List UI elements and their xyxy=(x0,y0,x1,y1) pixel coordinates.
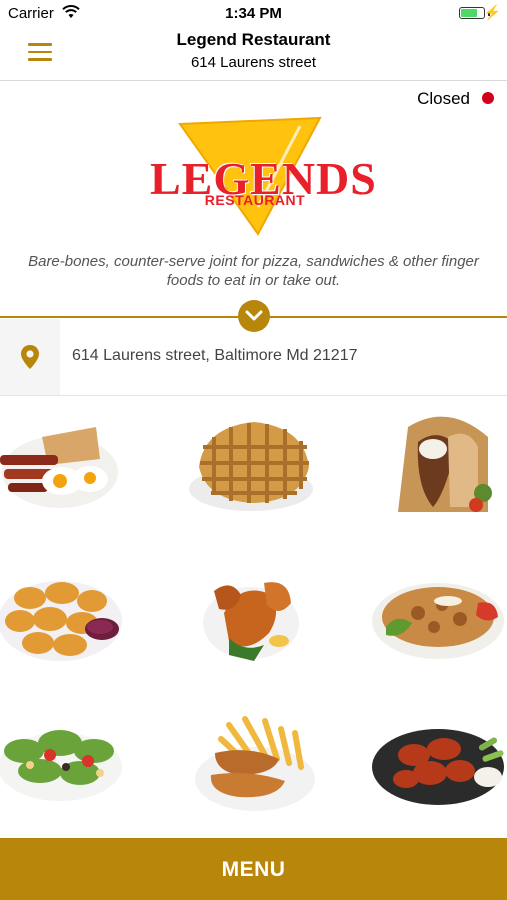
food-tile-gyro-wrap[interactable] xyxy=(338,397,507,543)
charging-icon: ⚡ xyxy=(483,4,501,20)
buffalo-wings-image xyxy=(372,729,504,805)
garden-salad-image xyxy=(0,730,122,801)
food-gallery xyxy=(0,397,507,837)
waffles-image xyxy=(189,422,313,511)
navigation-bar: Legend Restaurant 614 Laurens street xyxy=(0,26,507,81)
gyro-wrap-image xyxy=(398,416,492,512)
food-tile-fried-chicken[interactable] xyxy=(169,543,338,689)
chicken-tenders-fries-image xyxy=(195,716,315,811)
logo-subtext: RESTAURANT xyxy=(204,192,306,208)
restaurant-logo: LEGENDS RESTAURANT xyxy=(150,112,376,237)
food-tile-chicken-nuggets[interactable] xyxy=(0,543,169,689)
status-bar: Carrier 1:34 PM ⚡ xyxy=(0,0,507,26)
breakfast-plate-image xyxy=(0,427,118,508)
menu-button-label: MENU xyxy=(221,858,286,881)
restaurant-description: Bare-bones, counter-serve joint for pizz… xyxy=(28,253,479,289)
food-tile-waffles[interactable] xyxy=(169,397,338,543)
restaurant-title: Legend Restaurant xyxy=(176,30,331,49)
open-status-label: Closed xyxy=(417,89,470,108)
restaurant-subtitle: 614 Laurens street xyxy=(190,54,317,71)
food-tile-breakfast-plate[interactable] xyxy=(0,397,169,543)
food-tile-chicken-over-rice[interactable] xyxy=(338,543,507,689)
fried-chicken-image xyxy=(203,582,299,661)
battery-icon xyxy=(459,7,485,19)
menu-button[interactable]: MENU xyxy=(0,838,507,900)
food-tile-buffalo-wings[interactable] xyxy=(338,689,507,835)
food-tile-garden-salad[interactable] xyxy=(0,689,169,835)
address-row[interactable]: 614 Laurens street, Baltimore Md 21217 xyxy=(0,319,507,396)
status-indicator-dot xyxy=(482,92,494,104)
chicken-nuggets-image xyxy=(0,581,122,661)
food-tile-chicken-tenders-fries[interactable] xyxy=(169,689,338,835)
location-pin-icon xyxy=(21,345,39,369)
address-text: 614 Laurens street, Baltimore Md 21217 xyxy=(72,347,358,364)
clock: 1:34 PM xyxy=(225,5,282,22)
chicken-over-rice-image xyxy=(372,583,504,659)
